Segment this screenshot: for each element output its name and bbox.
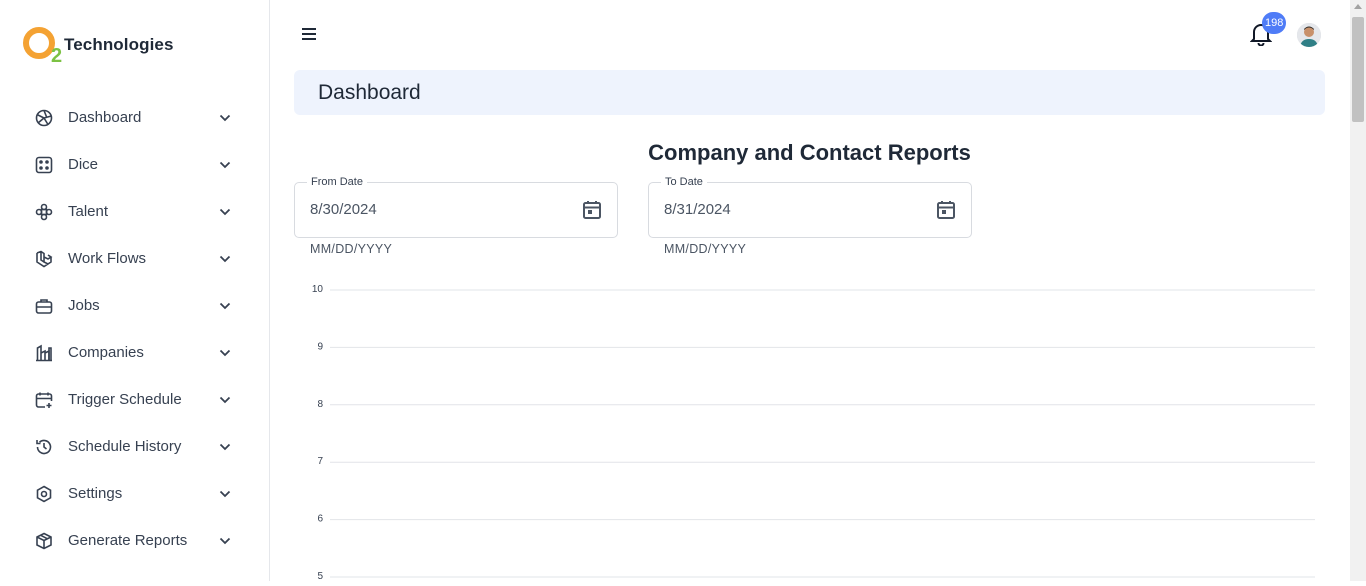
scroll-up-arrow-icon[interactable] <box>1354 4 1362 9</box>
sidebar-item-dashboard[interactable]: Dashboard <box>0 94 270 141</box>
sidebar-item-work-flows[interactable]: Work Flows <box>0 235 270 282</box>
brand-logo[interactable]: 2 Technologies <box>22 26 174 67</box>
sidebar-item-dice[interactable]: Dice <box>0 141 270 188</box>
y-axis-tick-label: 10 <box>312 284 324 295</box>
from-date-helper-text: MM/DD/YYYY <box>310 242 393 256</box>
chevron-down-icon[interactable] <box>218 487 232 501</box>
sidebar-item-jobs[interactable]: Jobs <box>0 282 270 329</box>
to-date-label: To Date <box>661 176 707 188</box>
o2-logo-mark: 2 <box>22 26 64 67</box>
page-title: Dashboard <box>318 80 421 104</box>
sidebar-item-label: Jobs <box>68 297 100 314</box>
brand-name: Technologies <box>64 35 174 54</box>
y-axis-tick-label: 9 <box>317 341 323 352</box>
from-date-input[interactable] <box>310 201 560 218</box>
to-date-field[interactable]: To Date <box>648 176 972 238</box>
chevron-down-icon[interactable] <box>218 299 232 313</box>
logo-mark-digit: 2 <box>51 45 62 64</box>
y-axis-tick-label: 7 <box>317 456 323 467</box>
sidebar-item-settings[interactable]: Settings <box>0 470 270 517</box>
calendar-plus-icon <box>34 390 54 410</box>
sidebar-item-label: Dashboard <box>68 109 142 126</box>
chevron-down-icon[interactable] <box>218 205 232 219</box>
sidebar-item-label: Settings <box>68 485 123 502</box>
from-date-field[interactable]: From Date <box>294 176 618 238</box>
sidebar-item-label: Schedule History <box>68 438 182 455</box>
sidebar-item-label: Generate Reports <box>68 532 188 549</box>
topbar <box>270 0 1350 70</box>
chevron-down-icon[interactable] <box>218 252 232 266</box>
to-date-helper-text: MM/DD/YYYY <box>664 242 747 256</box>
report-title: Company and Contact Reports <box>648 140 971 165</box>
chevron-down-icon[interactable] <box>218 158 232 172</box>
dice-icon <box>34 155 54 175</box>
calendar-icon[interactable] <box>935 199 957 221</box>
sidebar-item-trigger-schedule[interactable]: Trigger Schedule <box>0 376 270 423</box>
laravel-icon <box>34 249 54 269</box>
hamburger-menu-icon[interactable] <box>300 26 320 44</box>
to-date-input[interactable] <box>664 201 914 218</box>
building-factory-icon <box>34 343 54 363</box>
scrollbar-thumb[interactable] <box>1352 17 1364 122</box>
cube-icon <box>34 531 54 551</box>
chevron-down-icon[interactable] <box>218 393 232 407</box>
calendar-icon[interactable] <box>581 199 603 221</box>
chevron-down-icon[interactable] <box>218 111 232 125</box>
sidebar-item-schedule-history[interactable]: Schedule History <box>0 423 270 470</box>
y-axis-tick-label: 6 <box>317 514 323 525</box>
report-chart: 10 9 8 7 6 5 <box>294 275 1325 582</box>
sidebar-item-talent[interactable]: Talent <box>0 188 270 235</box>
y-axis-tick-label: 5 <box>317 571 323 581</box>
avatar[interactable] <box>1297 23 1321 47</box>
from-date-label: From Date <box>307 176 367 188</box>
sidebar-item-generate-reports[interactable]: Generate Reports <box>0 517 270 564</box>
sidebar-item-label: Dice <box>68 156 99 173</box>
puzzle-icon <box>34 202 54 222</box>
aperture-icon <box>34 108 54 128</box>
y-axis-tick-label: 8 <box>317 399 323 410</box>
sidebar-item-label: Talent <box>68 203 109 220</box>
chevron-down-icon[interactable] <box>218 440 232 454</box>
sidebar-item-label: Work Flows <box>68 250 147 267</box>
chevron-down-icon[interactable] <box>218 346 232 360</box>
page-header: Dashboard <box>294 70 1325 115</box>
briefcase-icon <box>34 296 54 316</box>
sidebar: 2 Technologies Dashboard Dice Talent Wor… <box>0 0 270 581</box>
report-chart-svg: 10 9 8 7 6 5 <box>312 284 1315 582</box>
sidebar-item-label: Trigger Schedule <box>68 391 182 408</box>
notification-count-badge: 198 <box>1262 12 1287 34</box>
hexagon-settings-icon <box>34 484 54 504</box>
sidebar-item-companies[interactable]: Companies <box>0 329 270 376</box>
history-icon <box>34 437 54 457</box>
sidebar-item-label: Companies <box>68 344 144 361</box>
sidebar-nav: Dashboard Dice Talent Work Flows Jobs Co… <box>0 94 270 564</box>
chevron-down-icon[interactable] <box>218 534 232 548</box>
